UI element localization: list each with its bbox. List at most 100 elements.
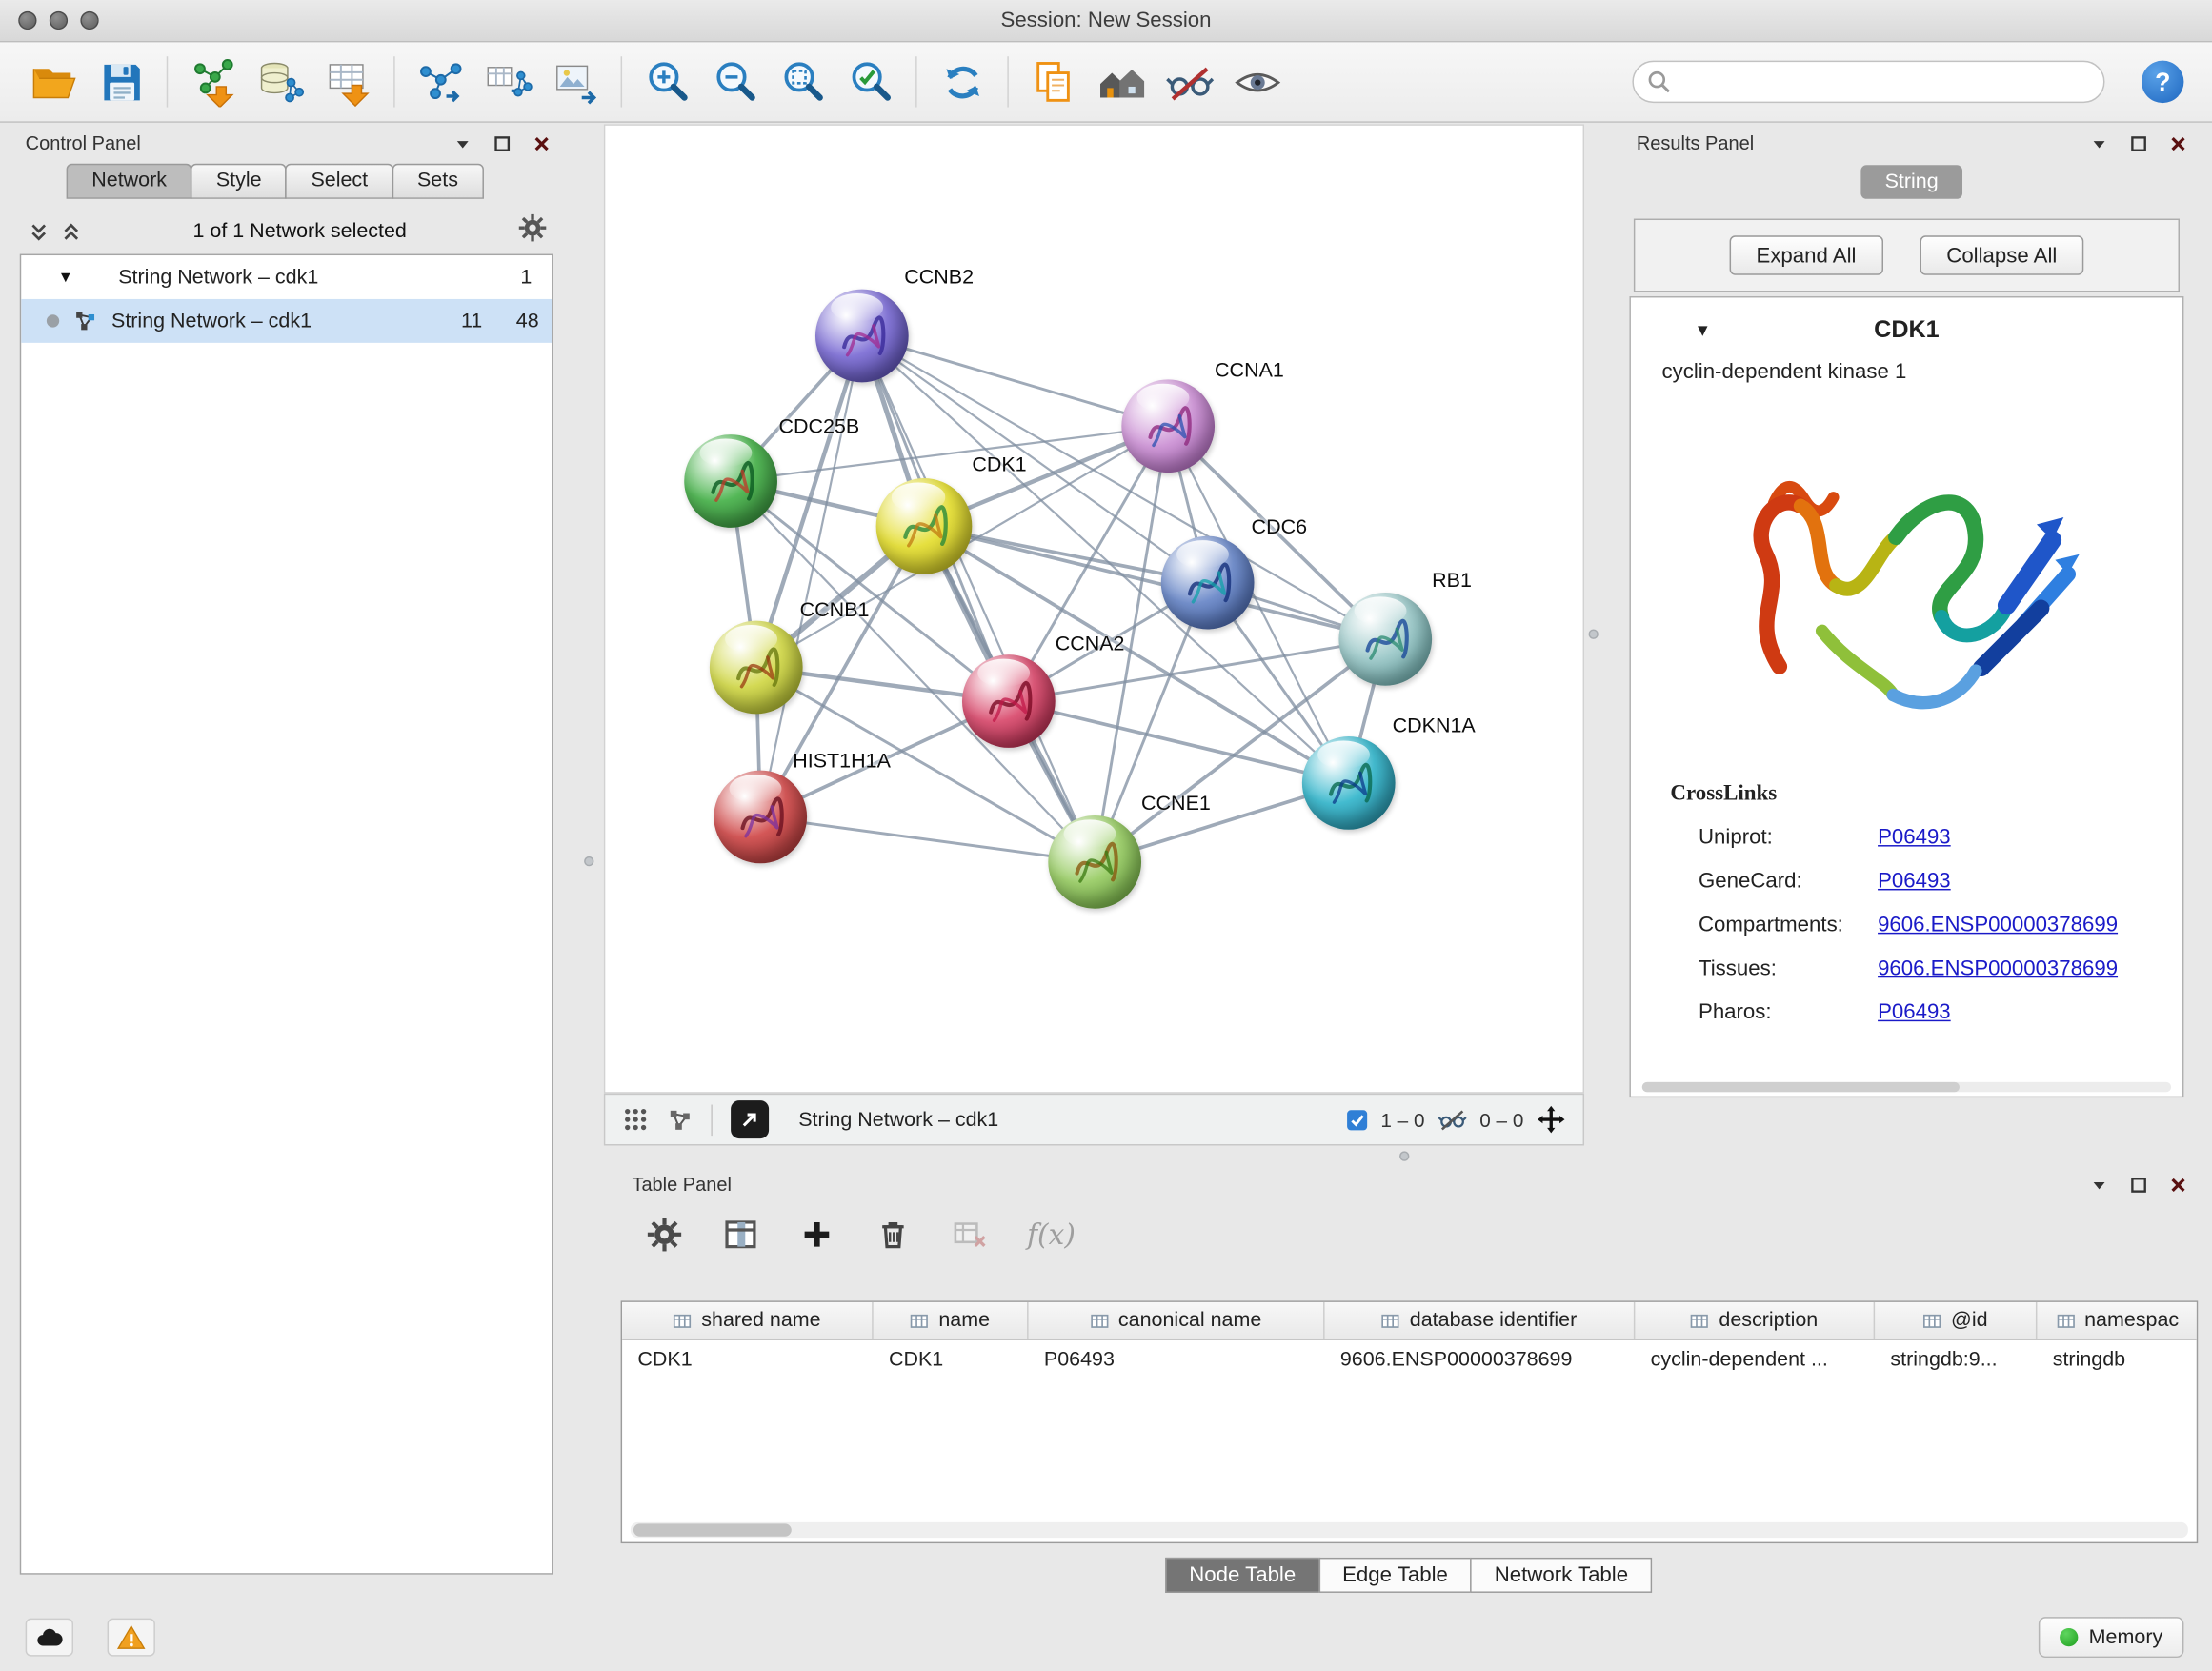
cytoscape-window: Session: New Session ? Control Panel Net… [0,0,2212,1671]
column-header-name[interactable]: name [874,1302,1029,1339]
string-network-icon [73,309,97,332]
column-header-@id[interactable]: @id [1875,1302,2037,1339]
close-panel-icon[interactable] [2170,135,2187,152]
expand-all-button[interactable]: Expand All [1729,235,1882,274]
zoom-out-icon[interactable] [701,50,769,114]
tab-style[interactable]: Style [191,164,287,199]
export-image-icon[interactable] [542,50,610,114]
collapse-panel-icon[interactable] [2091,135,2108,152]
node-RB1[interactable] [1338,593,1432,686]
collapse-panel-icon[interactable] [454,135,472,152]
delete-column-icon[interactable] [875,1217,912,1254]
birds-eye-grid-icon[interactable] [622,1106,649,1133]
tab-select[interactable]: Select [286,164,393,199]
node-CCNB1[interactable] [710,621,803,715]
node-HIST1H1A[interactable] [714,771,807,864]
edge-CCNB2-CCNE1[interactable] [862,335,1095,861]
results-hscrollbar[interactable] [1642,1082,2171,1092]
float-panel-icon[interactable] [2130,1177,2147,1194]
node-CCNA2[interactable] [962,654,1056,748]
import-network-file-icon[interactable] [179,50,247,114]
tab-network-table[interactable]: Network Table [1471,1558,1653,1593]
crosslink-uniprot-link[interactable]: P06493 [1878,825,1951,849]
refresh-icon[interactable] [928,50,995,114]
node-CDC6[interactable] [1161,536,1255,630]
column-header-namespac[interactable]: namespac [2037,1302,2198,1339]
zoom-selected-icon[interactable] [836,50,904,114]
left-splitter-handle[interactable] [584,856,593,866]
table-settings-gear-icon[interactable] [646,1217,683,1254]
open-external-button[interactable] [731,1100,769,1138]
tab-node-table[interactable]: Node Table [1165,1558,1319,1593]
close-panel-icon[interactable] [533,135,551,152]
crosslink-tissues-link[interactable]: 9606.ENSP00000378699 [1878,956,2118,980]
import-network-db-icon[interactable] [247,50,314,114]
copy-icon[interactable] [1020,50,1088,114]
collapse-all-icon[interactable] [29,221,50,242]
add-column-icon[interactable] [798,1217,835,1254]
home-icon[interactable] [1088,50,1156,114]
network-row-selected[interactable]: String Network – cdk1 11 48 [21,299,552,343]
open-folder-icon[interactable] [20,50,88,114]
collapse-all-button[interactable]: Collapse All [1920,235,2083,274]
node-label-CDK1: CDK1 [972,454,1026,477]
save-icon[interactable] [88,50,155,114]
network-share-icon[interactable] [667,1107,693,1133]
table-hscrollbar[interactable] [631,1522,2188,1538]
node-CCNE1[interactable] [1048,815,1141,909]
crosslink-pharos-link[interactable]: P06493 [1878,1000,1951,1024]
crosslink-compartments-link[interactable]: 9606.ENSP00000378699 [1878,913,2118,936]
show-columns-icon[interactable] [722,1217,759,1254]
import-table-icon[interactable] [314,50,382,114]
hidden-glasses-icon[interactable] [1438,1105,1467,1135]
node-CCNA1[interactable] [1121,379,1215,473]
edge-CCNB2-CCNA1[interactable] [862,335,1168,426]
expand-all-icon[interactable] [61,221,82,242]
help-button[interactable]: ? [2142,61,2183,103]
memory-button[interactable]: Memory [2038,1617,2183,1658]
right-splitter-handle[interactable] [1588,629,1598,638]
crosslink-label: Tissues: [1699,956,1878,980]
crosslink-genecard-link[interactable]: P06493 [1878,869,1951,893]
cloud-status-button[interactable] [26,1619,73,1657]
node-CDKN1A[interactable] [1302,736,1396,830]
pan-move-icon[interactable] [1537,1105,1566,1135]
column-header-canonical-name[interactable]: canonical name [1029,1302,1325,1339]
tab-string[interactable]: String [1860,165,1961,199]
hide-details-icon[interactable] [1156,50,1223,114]
column-header-description[interactable]: description [1635,1302,1875,1339]
network-canvas[interactable]: CCNB2CCNA1CDC25BCDK1CDC6RB1CCNB1CCNA2CDK… [604,124,1584,1093]
disclosure-triangle-icon[interactable]: ▼ [58,269,73,286]
edge-CCNA2-CDKN1A[interactable] [1009,701,1349,783]
network-from-table-icon[interactable] [474,50,542,114]
tab-network[interactable]: Network [67,164,192,199]
column-header-shared-name[interactable]: shared name [622,1302,874,1339]
node-CDC25B[interactable] [684,434,777,528]
network-collection-row[interactable]: ▼ String Network – cdk1 1 [21,255,552,299]
zoom-fit-icon[interactable] [769,50,836,114]
tab-sets[interactable]: Sets [392,164,483,199]
column-header-database-identifier[interactable]: database identifier [1325,1302,1636,1339]
search-input[interactable] [1632,61,2104,103]
edge-CDK1-RB1[interactable] [924,526,1385,638]
node-CDK1[interactable] [876,478,973,574]
edge-CCNB2-HIST1H1A[interactable] [760,335,862,816]
zoom-in-icon[interactable] [633,50,701,114]
tab-edge-table[interactable]: Edge Table [1318,1558,1472,1593]
gene-disclosure-icon[interactable]: ▼ [1695,320,1712,340]
edge-HIST1H1A-CCNE1[interactable] [760,816,1095,861]
close-panel-icon[interactable] [2170,1177,2187,1194]
float-panel-icon[interactable] [493,135,511,152]
crosslink-label: GeneCard: [1699,869,1878,893]
table-row[interactable]: CDK1CDK1P064939606.ENSP00000378699cyclin… [622,1340,2197,1379]
table-hscroll-thumb[interactable] [633,1523,792,1536]
selected-checkbox-icon[interactable] [1345,1108,1368,1131]
network-options-gear-icon[interactable] [517,213,547,251]
show-details-icon[interactable] [1223,50,1291,114]
float-panel-icon[interactable] [2130,135,2147,152]
collapse-panel-icon[interactable] [2091,1177,2108,1194]
node-CCNB2[interactable] [815,290,909,383]
warning-status-button[interactable] [108,1619,155,1657]
new-network-icon[interactable] [406,50,473,114]
horizontal-splitter-handle[interactable] [1399,1151,1409,1160]
